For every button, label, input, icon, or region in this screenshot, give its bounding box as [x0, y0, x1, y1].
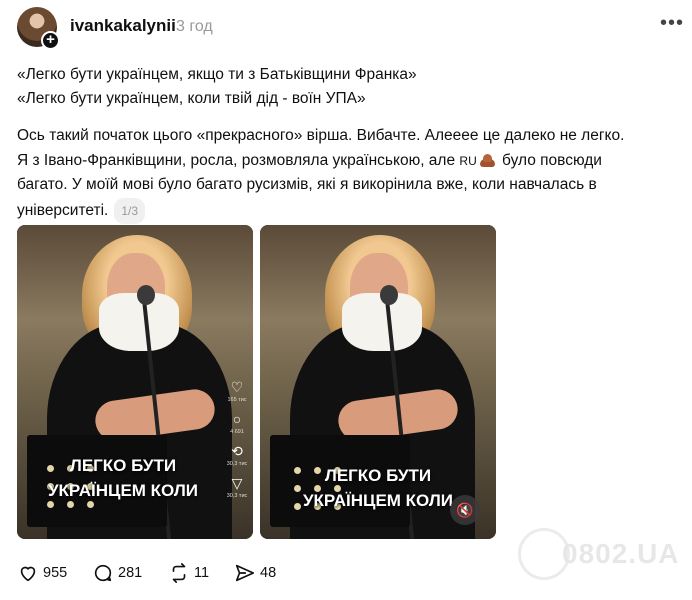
share-button[interactable]: 48: [234, 562, 276, 584]
ru-tag: RU: [459, 153, 477, 168]
body-line-1: Ось такий початок цього «прекрасного» ві…: [17, 127, 625, 144]
follow-plus-icon[interactable]: +: [41, 31, 60, 50]
speaker-muted-icon[interactable]: 🔇: [450, 495, 480, 525]
quote-line-1: «Легко бути українцем, якщо ти з Батьків…: [17, 66, 417, 83]
caption-line-1: ЛЕГКО БУТИ: [69, 456, 177, 475]
post-body: Ось такий початок цього «прекрасного» ві…: [17, 124, 687, 224]
share-icon: ▽: [231, 475, 243, 491]
body-line-2a: Я з Івано-Франківщини, росла, розмовляла…: [17, 151, 460, 169]
body-line-3: багато. У моїй мові було багато русизмів…: [17, 176, 597, 193]
username[interactable]: ivankakalynii: [70, 16, 176, 36]
repost-count: 11: [194, 565, 210, 581]
repost-button[interactable]: 11: [168, 562, 209, 584]
more-dots-icon[interactable]: •••: [660, 12, 684, 35]
reply-button[interactable]: 281: [92, 562, 142, 584]
video-side-icons: ♡ 165 тис ○ 4 691 ⟲ 30,3 тис ▽ 30,3 тис: [225, 379, 249, 507]
body-line-4-text: університеті.: [17, 201, 109, 219]
body-line-2: Я з Івано-Франківщини, росла, розмовляла…: [17, 149, 687, 174]
video-thumbnail-1[interactable]: ЛЕГКО БУТИ УКРАЇНЦЕМ КОЛИ ♡ 165 тис ○ 4 …: [17, 225, 253, 539]
quote-line-2: «Легко бути українцем, коли твій дід - в…: [17, 90, 366, 107]
comment-icon: [94, 564, 112, 582]
reply-count: 281: [118, 565, 143, 581]
watermark: 0802.UA: [518, 528, 688, 580]
video-caption: ЛЕГКО БУТИ УКРАЇНЦЕМ КОЛИ: [17, 453, 241, 503]
poop-emoji-icon: [479, 152, 496, 167]
page-indicator: 1/3: [114, 197, 146, 224]
heart-icon: ♡: [230, 379, 244, 395]
comment-icon: ○: [232, 411, 242, 427]
caption-line-1: ЛЕГКО БУТИ: [324, 466, 432, 485]
body-line-4: університеті. 1/3: [17, 197, 687, 224]
send-icon: [235, 564, 255, 582]
microphone-icon: [380, 285, 398, 305]
side-count: 165 тис: [227, 397, 247, 403]
thread-post: + ivankakalynii 3 год ••• «Легко бути ук…: [0, 0, 692, 600]
share-count: 48: [260, 565, 277, 581]
video-thumbnail-2[interactable]: ЛЕГКО БУТИ УКРАЇНЦЕМ КОЛИ 🔇: [260, 225, 496, 539]
microphone-icon: [137, 285, 155, 305]
post-time[interactable]: 3 год: [176, 18, 213, 36]
side-count: 4 691: [230, 429, 244, 435]
side-count: 30,3 тис: [226, 493, 248, 499]
side-count: 30,3 тис: [226, 461, 248, 467]
watermark-text: 0802.UA: [562, 538, 680, 569]
body-line-2b: було повсюди: [497, 151, 602, 169]
caption-line-2: УКРАЇНЦЕМ КОЛИ: [47, 481, 198, 500]
repost-icon: [172, 563, 186, 583]
heart-icon: [20, 566, 36, 582]
like-count: 955: [43, 565, 68, 581]
repost-icon: ⟲: [231, 443, 243, 459]
like-button[interactable]: 955: [17, 562, 67, 584]
